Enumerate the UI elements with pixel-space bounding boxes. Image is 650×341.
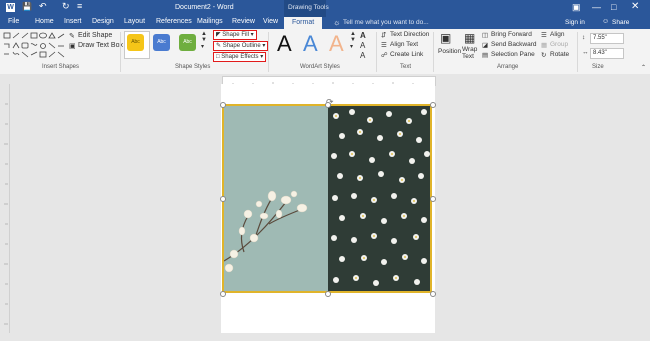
- effects-icon: □: [216, 54, 220, 60]
- shape-outline-button[interactable]: ✎ Shape Outline ▾: [213, 41, 269, 51]
- selected-picture[interactable]: [222, 104, 432, 293]
- styles-more-icon[interactable]: ▲ ▼ ▾: [201, 31, 207, 50]
- group-button[interactable]: Group: [550, 41, 568, 48]
- collapse-ribbon-icon[interactable]: ⌃: [641, 64, 646, 71]
- share-icon[interactable]: ☺: [602, 18, 609, 25]
- minimize-icon[interactable]: —: [592, 2, 601, 12]
- align-text-icon: ☰: [381, 42, 387, 49]
- group-icon: ▦: [541, 42, 548, 49]
- wordart-more-icon[interactable]: ▲ ▼ ▾: [350, 31, 356, 50]
- resize-handle-left[interactable]: [220, 196, 226, 202]
- create-link-button[interactable]: Create Link: [390, 51, 423, 58]
- shape-effects-label: Shape Effects: [221, 54, 259, 60]
- height-input[interactable]: 7.55": [590, 33, 624, 44]
- resize-handle-bottom-left[interactable]: [220, 291, 226, 297]
- resize-handle-top-left[interactable]: [220, 102, 226, 108]
- word-logo-icon: W: [6, 3, 15, 12]
- bring-forward-icon: ◫: [482, 32, 489, 39]
- tab-references[interactable]: References: [156, 18, 192, 25]
- horizontal-scroll-area[interactable]: [9, 333, 650, 341]
- style-swatch-yellow[interactable]: Abc: [127, 34, 144, 51]
- vertical-ruler: [0, 84, 10, 341]
- customize-toolbar-icon[interactable]: ≡: [77, 1, 82, 11]
- width-icon: ↔: [582, 49, 589, 56]
- selection-pane-icon: ▤: [482, 52, 489, 59]
- close-icon[interactable]: ✕: [631, 1, 639, 12]
- edit-shape-button[interactable]: Edit Shape: [78, 32, 112, 39]
- wordart-styles-label: WordArt Styles: [300, 64, 340, 70]
- align-text-button[interactable]: Align Text: [390, 41, 418, 48]
- tab-format[interactable]: Format: [284, 17, 323, 29]
- shape-outline-label: Shape Outline: [222, 43, 261, 49]
- drawing-tools-label: Drawing Tools: [288, 4, 329, 11]
- resize-handle-right[interactable]: [430, 196, 436, 202]
- link-icon: ☍: [381, 52, 388, 59]
- style-swatch-blue[interactable]: Abc: [153, 34, 170, 51]
- arrange-label: Arrange: [497, 64, 519, 70]
- edit-shape-icon: ✎: [69, 33, 75, 40]
- rotate-button[interactable]: Rotate: [550, 51, 569, 58]
- ribbon-options-icon[interactable]: ▣: [572, 2, 581, 13]
- align-icon: ☰: [541, 32, 547, 39]
- shapes-gallery[interactable]: [3, 32, 67, 60]
- document-title: Document2 - Word: [175, 4, 234, 11]
- pencil-icon: ✎: [216, 43, 222, 49]
- size-label: Size: [592, 64, 604, 70]
- height-icon: ↕: [582, 34, 586, 41]
- lightbulb-icon: ☼: [333, 18, 341, 27]
- wordart-style-black[interactable]: A: [277, 32, 292, 56]
- align-button[interactable]: Align: [550, 31, 564, 38]
- ribbon: ✎ Edit Shape ▣ Draw Text Box Insert Shap…: [0, 29, 650, 75]
- tab-view[interactable]: View: [263, 18, 278, 25]
- text-direction-button[interactable]: Text Direction: [390, 31, 429, 38]
- save-icon[interactable]: 💾: [22, 2, 32, 11]
- text-box-icon: ▣: [69, 43, 76, 50]
- text-direction-icon: ⇵: [381, 32, 387, 39]
- style-swatch-green[interactable]: Abc: [179, 34, 196, 51]
- text-effects-icon[interactable]: A: [360, 51, 365, 60]
- shape-effects-button[interactable]: □ Shape Effects ▾: [213, 52, 267, 62]
- tab-insert[interactable]: Insert: [64, 18, 82, 25]
- send-backward-icon: ◪: [482, 42, 489, 49]
- flower-image: [224, 106, 430, 291]
- wordart-style-blue[interactable]: A: [303, 32, 318, 56]
- shape-fill-button[interactable]: ◤ Shape Fill ▾: [213, 30, 257, 40]
- text-outline-icon[interactable]: A: [360, 41, 365, 50]
- resize-handle-bottom[interactable]: [325, 291, 331, 297]
- undo-icon[interactable]: ↶: [39, 1, 47, 12]
- bring-forward-button[interactable]: Bring Forward: [491, 31, 532, 38]
- draw-text-box-button[interactable]: Draw Text Box: [78, 42, 123, 49]
- wordart-style-orange[interactable]: A: [329, 32, 344, 56]
- title-bar: W 💾 ↶ ↻ ≡ Document2 - Word Drawing Tools…: [0, 0, 650, 17]
- paint-bucket-icon: ◤: [216, 32, 221, 38]
- tab-home[interactable]: Home: [35, 18, 54, 25]
- wrap-text-button[interactable]: Wrap Text: [462, 46, 480, 60]
- tab-mailings[interactable]: Mailings: [197, 18, 223, 25]
- selection-pane-button[interactable]: Selection Pane: [491, 51, 535, 58]
- insert-shapes-label: Insert Shapes: [42, 64, 80, 70]
- shape-styles-label: Shape Styles: [175, 64, 211, 70]
- sign-in-link[interactable]: Sign in: [565, 19, 585, 26]
- share-button[interactable]: Share: [612, 19, 629, 26]
- ribbon-tabs: File Home Insert Design Layout Reference…: [0, 17, 650, 29]
- shape-fill-label: Shape Fill: [222, 32, 249, 38]
- rotate-icon: ↻: [541, 52, 547, 59]
- redo-icon[interactable]: ↻: [62, 1, 70, 12]
- tab-layout[interactable]: Layout: [124, 18, 145, 25]
- resize-handle-top-right[interactable]: [430, 102, 436, 108]
- position-icon: ▣: [440, 31, 452, 45]
- send-backward-button[interactable]: Send Backward: [491, 41, 537, 48]
- tab-file[interactable]: File: [8, 18, 19, 25]
- tab-review[interactable]: Review: [232, 18, 255, 25]
- width-input[interactable]: 8.43": [590, 48, 624, 59]
- wrap-text-icon: ▦: [464, 31, 476, 45]
- position-button[interactable]: Position: [438, 48, 461, 55]
- resize-handle-bottom-right[interactable]: [430, 291, 436, 297]
- tell-me-input[interactable]: Tell me what you want to do...: [343, 19, 429, 26]
- tab-design[interactable]: Design: [92, 18, 114, 25]
- text-fill-icon[interactable]: A: [360, 31, 366, 40]
- maximize-icon[interactable]: □: [611, 2, 616, 12]
- text-group-label: Text: [400, 64, 412, 70]
- resize-handle-top[interactable]: [325, 102, 331, 108]
